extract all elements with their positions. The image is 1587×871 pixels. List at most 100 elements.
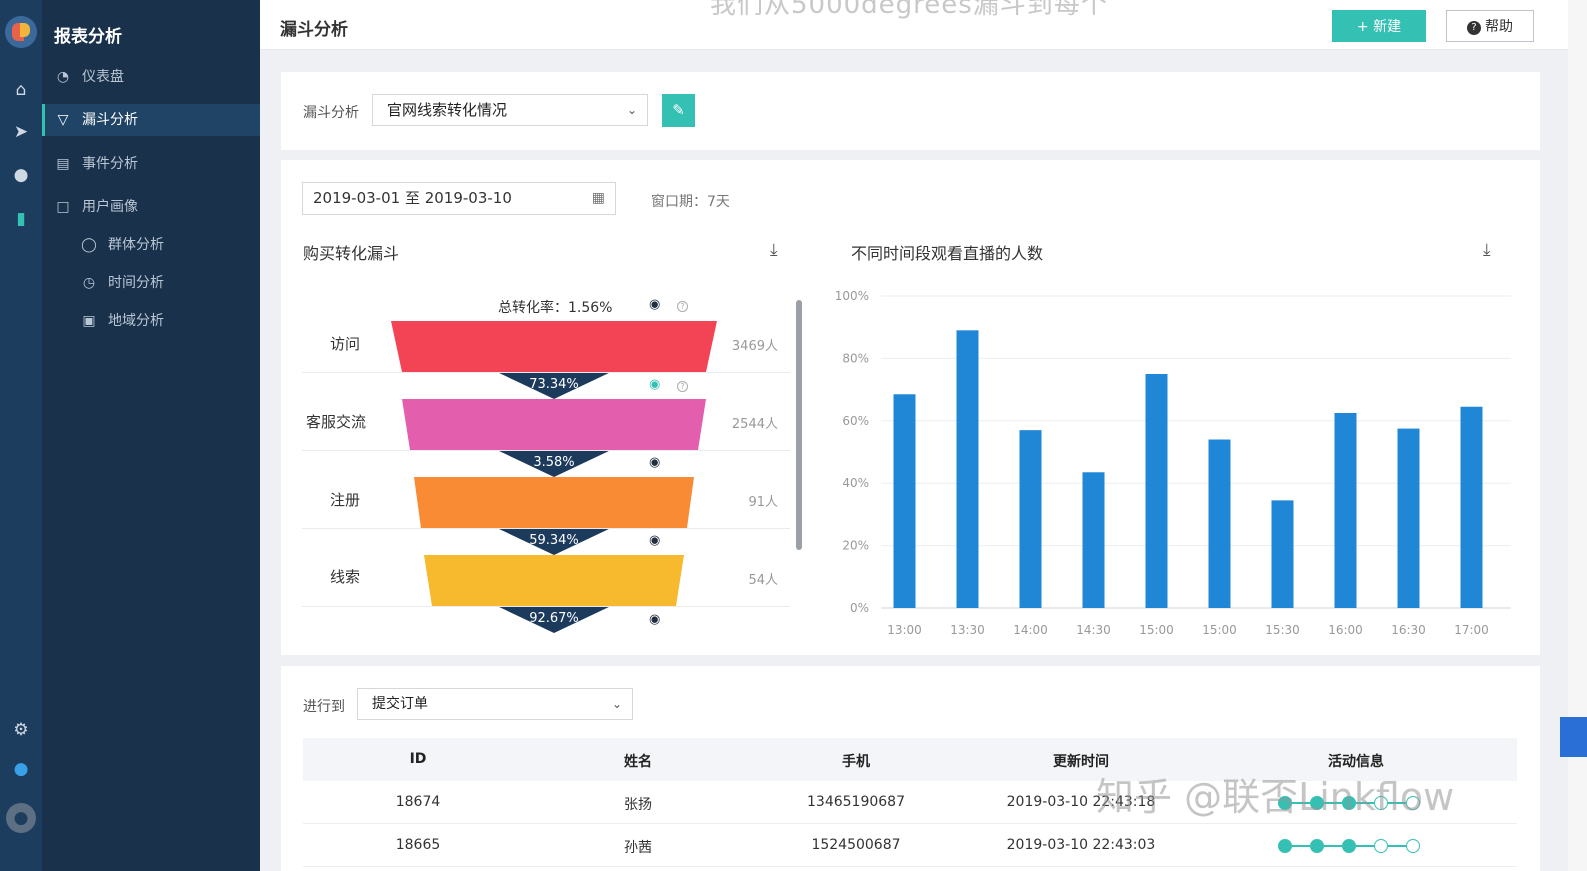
- sidebar-item-funnel[interactable]: ▽ 漏斗分析: [42, 104, 260, 136]
- icon-rail: ⌂ ➤ ● ▮ ⚙ ● ●: [0, 0, 42, 871]
- divider: [302, 528, 790, 529]
- sidebar-item-user-profile[interactable]: □ 用户画像: [42, 191, 260, 223]
- y-tick-label: 40%: [842, 476, 869, 490]
- progress-dot-complete: [1278, 839, 1292, 853]
- funnel-scrollbar[interactable]: [796, 300, 802, 550]
- bar: [956, 330, 979, 608]
- cell-id: 18665: [395, 837, 441, 853]
- edit-icon: ✎: [672, 101, 685, 119]
- funnel-stage-label: 线索: [330, 568, 361, 586]
- folder-icon: □: [56, 199, 70, 215]
- conversion-rate: 92.67%: [529, 611, 579, 626]
- divider: [302, 450, 790, 451]
- x-tick-label: 13:30: [950, 623, 985, 637]
- eye-icon[interactable]: ◉: [649, 377, 660, 392]
- y-tick-label: 100%: [835, 289, 869, 303]
- funnel-stage-count: 2544人: [731, 417, 778, 432]
- eye-icon[interactable]: ◉: [649, 612, 660, 627]
- y-tick-label: 60%: [842, 414, 869, 428]
- help-label: 帮助: [1485, 19, 1513, 35]
- bar: [1082, 472, 1105, 608]
- progress-connector: [1356, 845, 1374, 847]
- home-icon[interactable]: ⌂: [9, 78, 33, 102]
- funnel-select-value: 官网线索转化情况: [387, 101, 508, 119]
- progress-dot-complete: [1310, 839, 1324, 853]
- progress-dot-pending: [1374, 839, 1388, 853]
- question-icon[interactable]: ?: [677, 381, 688, 392]
- group-icon: ◯: [81, 237, 97, 253]
- eye-icon[interactable]: ◉: [649, 533, 660, 548]
- conversion-rate: 3.58%: [533, 455, 575, 470]
- x-tick-label: 15:30: [1265, 623, 1300, 637]
- progress-dot-pending: [1406, 839, 1420, 853]
- stage-select-label: 进行到: [303, 699, 345, 715]
- sidebar-item-label: 用户画像: [82, 199, 138, 215]
- funnel-selector-card: 漏斗分析 官网线索转化情况 ⌄ ✎: [281, 72, 1540, 150]
- avatar[interactable]: ●: [6, 803, 36, 833]
- bar-chart-title: 不同时间段观看直播的人数: [851, 244, 1044, 263]
- bar: [1460, 406, 1483, 608]
- x-tick-label: 16:30: [1391, 623, 1426, 637]
- bar: [893, 394, 916, 608]
- funnel-stage-service: [402, 399, 706, 450]
- y-tick-label: 20%: [842, 539, 869, 553]
- funnel-icon: ▽: [57, 112, 69, 128]
- funnel-chart: 购买转化漏斗 ⤓ 总转化率：1.56% ◉ ? 访问 客服交流 注册 线索 34…: [281, 160, 821, 655]
- bar: [1334, 413, 1357, 608]
- progress-connector: [1292, 845, 1310, 847]
- stage-select-value: 提交订单: [372, 696, 428, 712]
- sidebar-item-time[interactable]: ◷ 时间分析: [42, 267, 260, 299]
- funnel-stage-register: [414, 477, 694, 528]
- clock-icon: ◷: [82, 275, 96, 291]
- bar-chart: 0% 20% 40% 60% 80% 100% 13:00 13:30 14:00 14:30 15…: [835, 289, 1511, 637]
- sidebar-item-group[interactable]: ◯ 群体分析: [42, 229, 260, 261]
- funnel-select[interactable]: 官网线索转化情况 ⌄: [372, 94, 648, 126]
- cell-id: 18674: [395, 794, 441, 810]
- funnel-stage-count: 54人: [748, 573, 778, 588]
- edit-button[interactable]: ✎: [662, 94, 695, 127]
- funnel-stage-label: 访问: [330, 335, 361, 353]
- bar: [1145, 374, 1168, 608]
- sidebar-item-dashboard[interactable]: ◔ 仪表盘: [42, 61, 260, 93]
- x-tick-label: 13:00: [887, 623, 922, 637]
- user-icon[interactable]: ●: [9, 163, 33, 187]
- top-bar: 漏斗分析 我们从5000degrees漏斗到每个 + 新建 ? 帮助: [260, 0, 1587, 50]
- activity-progress: [1278, 839, 1438, 855]
- sidebar-item-event[interactable]: ▤ 事件分析: [42, 148, 260, 180]
- eye-icon[interactable]: ◉: [649, 455, 660, 470]
- cell-phone: 13465190687: [807, 794, 905, 810]
- y-tick-label: 80%: [842, 351, 869, 365]
- chevron-down-icon: ⌄: [611, 697, 622, 711]
- progress-connector: [1324, 845, 1342, 847]
- chevron-down-icon: ⌄: [626, 103, 637, 117]
- chat-icon[interactable]: ●: [9, 757, 33, 781]
- x-tick-label: 17:00: [1454, 623, 1489, 637]
- new-button[interactable]: + 新建: [1332, 10, 1426, 42]
- help-button[interactable]: ? 帮助: [1446, 10, 1534, 42]
- sidebar-item-label: 群体分析: [108, 237, 164, 253]
- cell-name: 孙茜: [624, 840, 652, 856]
- funnel-stage-count: 91人: [748, 495, 778, 510]
- app-logo-icon[interactable]: [5, 16, 37, 48]
- sidebar-item-region[interactable]: ▣ 地域分析: [42, 305, 260, 337]
- gear-icon[interactable]: ⚙: [9, 718, 33, 742]
- column-header-phone: 手机: [842, 754, 870, 770]
- dashboard-icon: ◔: [56, 69, 70, 85]
- stage-select[interactable]: 提交订单 ⌄: [357, 688, 633, 720]
- funnel-stage-count: 3469人: [731, 339, 778, 354]
- page-title: 漏斗分析: [280, 20, 348, 40]
- bar: [1019, 430, 1042, 608]
- send-icon[interactable]: ➤: [9, 120, 33, 144]
- bar: [1397, 428, 1420, 608]
- x-tick-label: 14:30: [1076, 623, 1111, 637]
- table-row[interactable]: 18665 孙茜 1524500687 2019-03-10 22:43:03: [303, 824, 1517, 867]
- bar: [1208, 439, 1231, 608]
- funnel-stage-label: 注册: [330, 491, 361, 509]
- column-header-name: 姓名: [624, 754, 652, 770]
- bar-chart-icon[interactable]: ▮: [9, 207, 33, 231]
- region-icon: ▣: [82, 313, 96, 329]
- event-icon: ▤: [56, 156, 70, 172]
- y-tick-label: 0%: [850, 601, 869, 615]
- download-icon[interactable]: ⤓: [1483, 240, 1491, 260]
- sidebar-item-label: 仪表盘: [82, 69, 124, 85]
